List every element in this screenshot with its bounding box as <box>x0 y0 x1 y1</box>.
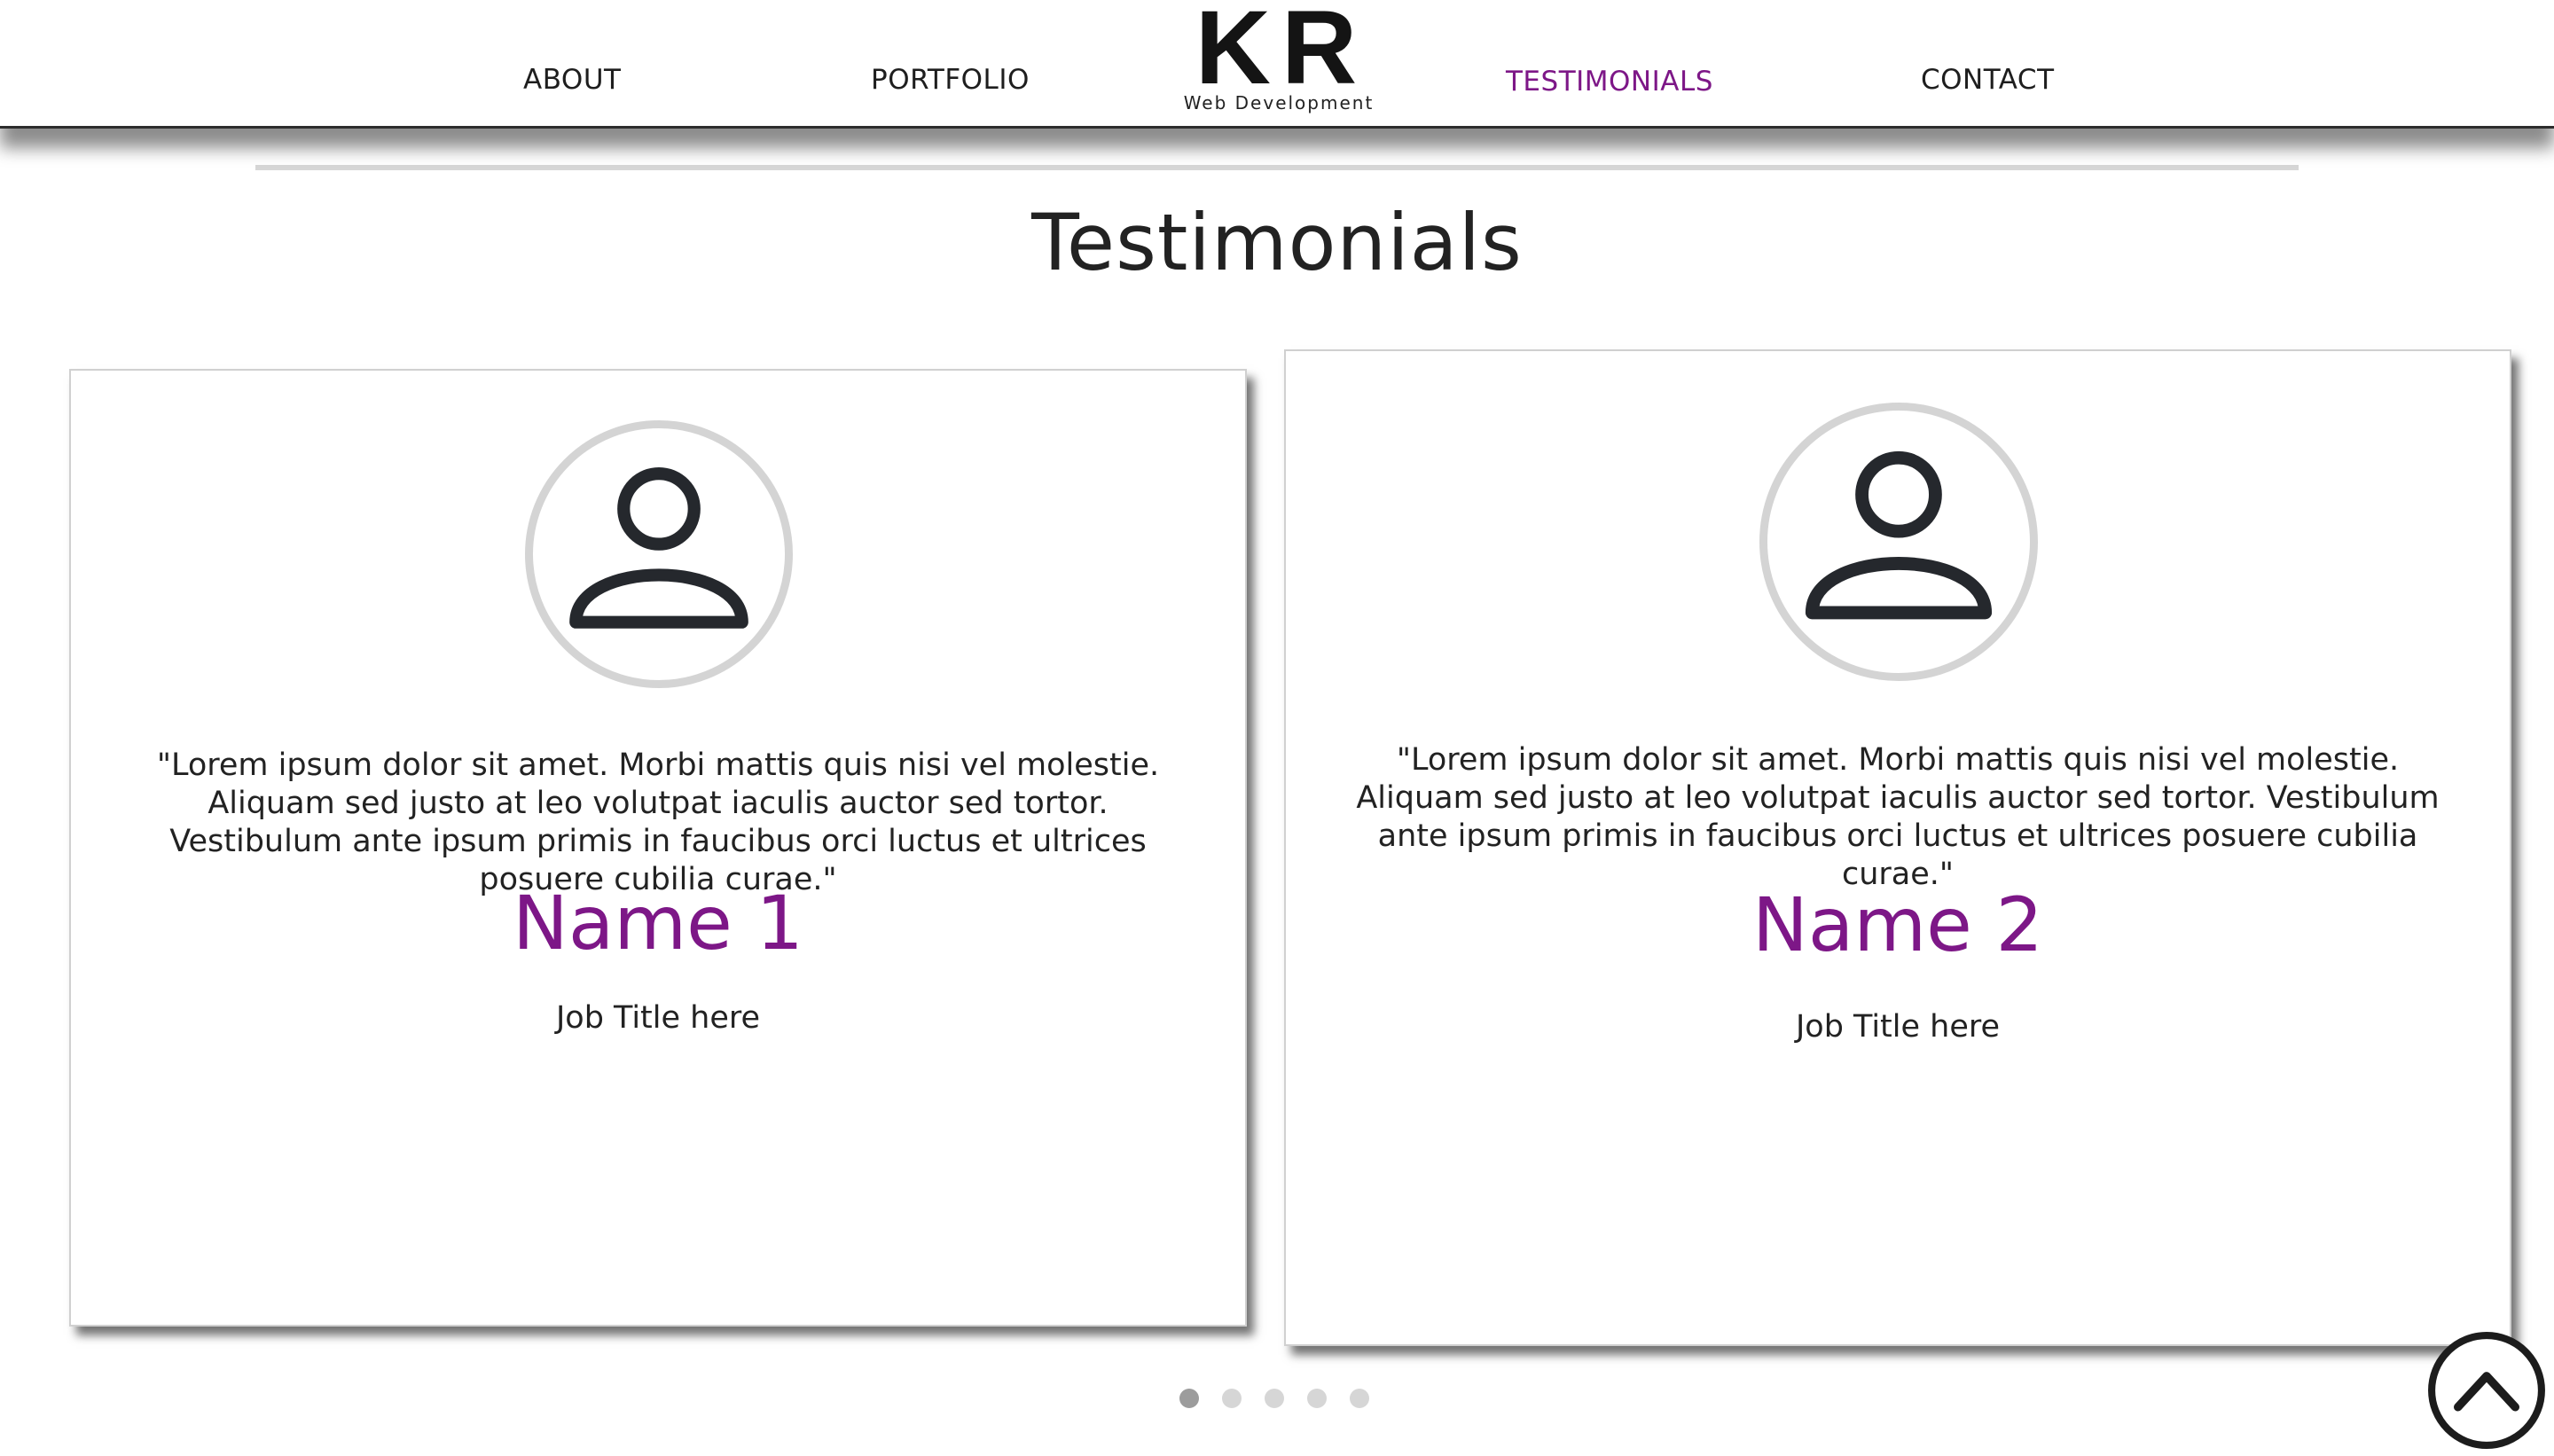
carousel-dot[interactable] <box>1307 1389 1327 1408</box>
carousel-dot[interactable] <box>1179 1389 1199 1408</box>
testimonial-name: Name 2 <box>1752 881 2043 968</box>
chevron-up-circle-icon <box>2428 1332 2545 1449</box>
carousel-dot[interactable] <box>1265 1389 1284 1408</box>
carousel-dot[interactable] <box>1222 1389 1242 1408</box>
back-to-top-button[interactable] <box>2419 1328 2554 1452</box>
logo-subtitle: Web Development <box>1183 92 1375 114</box>
testimonial-quote: "Lorem ipsum dolor sit amet. Morbi matti… <box>156 748 1160 897</box>
testimonial-job-title: Job Title here <box>555 1000 761 1036</box>
nav-link-testimonials[interactable]: TESTIMONIALS <box>1506 66 1713 98</box>
logo-mark: KR <box>1195 0 1368 106</box>
testimonial-quote: "Lorem ipsum dolor sit amet. Morbi matti… <box>1356 742 2440 892</box>
testimonial-name: Name 1 <box>513 880 803 967</box>
carousel-dot[interactable] <box>1350 1389 1369 1408</box>
testimonial-job-title: Job Title here <box>1795 1009 2001 1045</box>
user-icon <box>1759 403 2038 681</box>
testimonial-card: "Lorem ipsum dolor sit amet. Morbi matti… <box>69 369 1247 1327</box>
testimonial-card: "Lorem ipsum dolor sit amet. Morbi matti… <box>1284 349 2511 1346</box>
nav-link-contact[interactable]: CONTACT <box>1921 64 2055 96</box>
user-icon <box>525 420 793 688</box>
nav-link-about[interactable]: ABOUT <box>523 64 621 96</box>
logo[interactable]: KR Web Development <box>1172 0 1385 114</box>
section-divider <box>255 165 2299 170</box>
section-title: Testimonials <box>1031 197 1523 288</box>
site-header: ABOUT PORTFOLIO KR Web Development TESTI… <box>0 0 2554 129</box>
nav-link-portfolio[interactable]: PORTFOLIO <box>871 64 1030 96</box>
